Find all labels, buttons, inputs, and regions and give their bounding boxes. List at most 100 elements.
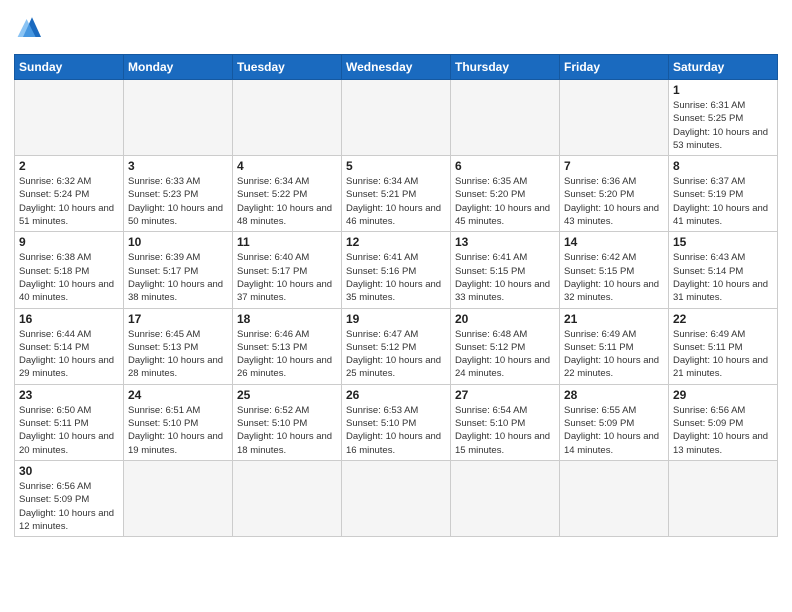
day-info: Sunrise: 6:43 AMSunset: 5:14 PMDaylight:… <box>673 251 773 304</box>
day-info: Sunrise: 6:33 AMSunset: 5:23 PMDaylight:… <box>128 175 228 228</box>
day-number: 13 <box>455 235 555 249</box>
calendar-cell: 18 Sunrise: 6:46 AMSunset: 5:13 PMDayligh… <box>233 308 342 384</box>
day-info: Sunrise: 6:47 AMSunset: 5:12 PMDaylight:… <box>346 328 446 381</box>
day-number: 15 <box>673 235 773 249</box>
day-number: 25 <box>237 388 337 402</box>
day-info: Sunrise: 6:34 AMSunset: 5:22 PMDaylight:… <box>237 175 337 228</box>
week-row-6: 30 Sunrise: 6:56 AMSunset: 5:09 PMDayligh… <box>15 460 778 536</box>
calendar-cell: 20Sunrise: 6:48 AMSunset: 5:12 PMDayligh… <box>451 308 560 384</box>
calendar-cell <box>233 80 342 156</box>
day-info: Sunrise: 6:36 AMSunset: 5:20 PMDaylight:… <box>564 175 664 228</box>
calendar-cell: 13 Sunrise: 6:41 AMSunset: 5:15 PMDayligh… <box>451 232 560 308</box>
day-number: 22 <box>673 312 773 326</box>
week-row-2: 2 Sunrise: 6:32 AMSunset: 5:24 PMDaylight… <box>15 156 778 232</box>
day-number: 24 <box>128 388 228 402</box>
page: SundayMondayTuesdayWednesdayThursdayFrid… <box>0 0 792 612</box>
day-info: Sunrise: 6:44 AMSunset: 5:14 PMDaylight:… <box>19 328 119 381</box>
calendar-cell: 22 Sunrise: 6:49 AMSunset: 5:11 PMDayligh… <box>669 308 778 384</box>
calendar-cell <box>124 460 233 536</box>
calendar-cell: 15 Sunrise: 6:43 AMSunset: 5:14 PMDayligh… <box>669 232 778 308</box>
calendar-cell: 29Sunrise: 6:56 AMSunset: 5:09 PMDayligh… <box>669 384 778 460</box>
calendar-cell <box>451 460 560 536</box>
day-info: Sunrise: 6:38 AMSunset: 5:18 PMDaylight:… <box>19 251 119 304</box>
day-info: Sunrise: 6:46 AMSunset: 5:13 PMDaylight:… <box>237 328 337 381</box>
day-number: 10 <box>128 235 228 249</box>
day-number: 2 <box>19 159 119 173</box>
calendar-cell <box>124 80 233 156</box>
calendar-cell: 3Sunrise: 6:33 AMSunset: 5:23 PMDaylight… <box>124 156 233 232</box>
day-info: Sunrise: 6:56 AMSunset: 5:09 PMDaylight:… <box>19 480 119 533</box>
logo <box>14 10 56 46</box>
calendar-cell: 21 Sunrise: 6:49 AMSunset: 5:11 PMDayligh… <box>560 308 669 384</box>
day-number: 17 <box>128 312 228 326</box>
day-info: Sunrise: 6:32 AMSunset: 5:24 PMDaylight:… <box>19 175 119 228</box>
calendar-cell: 27Sunrise: 6:54 AMSunset: 5:10 PMDayligh… <box>451 384 560 460</box>
day-number: 7 <box>564 159 664 173</box>
day-info: Sunrise: 6:34 AMSunset: 5:21 PMDaylight:… <box>346 175 446 228</box>
calendar-header-tuesday: Tuesday <box>233 55 342 80</box>
calendar-cell: 12 Sunrise: 6:41 AMSunset: 5:16 PMDayligh… <box>342 232 451 308</box>
header <box>14 10 778 46</box>
calendar-cell <box>560 460 669 536</box>
calendar-header-saturday: Saturday <box>669 55 778 80</box>
day-info: Sunrise: 6:50 AMSunset: 5:11 PMDaylight:… <box>19 404 119 457</box>
day-info: Sunrise: 6:31 AMSunset: 5:25 PMDaylight:… <box>673 99 773 152</box>
calendar-header-sunday: Sunday <box>15 55 124 80</box>
day-number: 1 <box>673 83 773 97</box>
day-info: Sunrise: 6:55 AMSunset: 5:09 PMDaylight:… <box>564 404 664 457</box>
day-info: Sunrise: 6:41 AMSunset: 5:16 PMDaylight:… <box>346 251 446 304</box>
calendar-cell: 10 Sunrise: 6:39 AMSunset: 5:17 PMDayligh… <box>124 232 233 308</box>
day-info: Sunrise: 6:45 AMSunset: 5:13 PMDaylight:… <box>128 328 228 381</box>
day-number: 21 <box>564 312 664 326</box>
day-number: 18 <box>237 312 337 326</box>
day-number: 5 <box>346 159 446 173</box>
calendar-cell <box>560 80 669 156</box>
day-info: Sunrise: 6:39 AMSunset: 5:17 PMDaylight:… <box>128 251 228 304</box>
calendar-cell: 14 Sunrise: 6:42 AMSunset: 5:15 PMDayligh… <box>560 232 669 308</box>
calendar-cell <box>15 80 124 156</box>
day-info: Sunrise: 6:51 AMSunset: 5:10 PMDaylight:… <box>128 404 228 457</box>
calendar-cell <box>233 460 342 536</box>
day-info: Sunrise: 6:52 AMSunset: 5:10 PMDaylight:… <box>237 404 337 457</box>
calendar-cell: 28 Sunrise: 6:55 AMSunset: 5:09 PMDayligh… <box>560 384 669 460</box>
week-row-5: 23 Sunrise: 6:50 AMSunset: 5:11 PMDayligh… <box>15 384 778 460</box>
day-number: 30 <box>19 464 119 478</box>
day-number: 26 <box>346 388 446 402</box>
calendar-cell: 5 Sunrise: 6:34 AMSunset: 5:21 PMDaylight… <box>342 156 451 232</box>
calendar-cell: 25 Sunrise: 6:52 AMSunset: 5:10 PMDayligh… <box>233 384 342 460</box>
calendar-cell: 1 Sunrise: 6:31 AMSunset: 5:25 PMDaylight… <box>669 80 778 156</box>
day-info: Sunrise: 6:40 AMSunset: 5:17 PMDaylight:… <box>237 251 337 304</box>
day-info: Sunrise: 6:48 AMSunset: 5:12 PMDaylight:… <box>455 328 555 381</box>
calendar-cell: 7 Sunrise: 6:36 AMSunset: 5:20 PMDaylight… <box>560 156 669 232</box>
day-number: 19 <box>346 312 446 326</box>
calendar-cell: 4Sunrise: 6:34 AMSunset: 5:22 PMDaylight… <box>233 156 342 232</box>
day-number: 8 <box>673 159 773 173</box>
week-row-3: 9 Sunrise: 6:38 AMSunset: 5:18 PMDaylight… <box>15 232 778 308</box>
calendar-cell <box>451 80 560 156</box>
day-number: 9 <box>19 235 119 249</box>
calendar-cell: 9 Sunrise: 6:38 AMSunset: 5:18 PMDaylight… <box>15 232 124 308</box>
day-number: 28 <box>564 388 664 402</box>
calendar-cell: 24 Sunrise: 6:51 AMSunset: 5:10 PMDayligh… <box>124 384 233 460</box>
day-info: Sunrise: 6:49 AMSunset: 5:11 PMDaylight:… <box>564 328 664 381</box>
day-info: Sunrise: 6:42 AMSunset: 5:15 PMDaylight:… <box>564 251 664 304</box>
week-row-1: 1 Sunrise: 6:31 AMSunset: 5:25 PMDaylight… <box>15 80 778 156</box>
calendar-header-wednesday: Wednesday <box>342 55 451 80</box>
day-number: 23 <box>19 388 119 402</box>
day-number: 27 <box>455 388 555 402</box>
calendar-cell: 19 Sunrise: 6:47 AMSunset: 5:12 PMDayligh… <box>342 308 451 384</box>
calendar-cell <box>669 460 778 536</box>
calendar-header-monday: Monday <box>124 55 233 80</box>
logo-icon <box>14 10 50 46</box>
day-number: 12 <box>346 235 446 249</box>
day-info: Sunrise: 6:35 AMSunset: 5:20 PMDaylight:… <box>455 175 555 228</box>
day-number: 6 <box>455 159 555 173</box>
calendar-cell: 11Sunrise: 6:40 AMSunset: 5:17 PMDayligh… <box>233 232 342 308</box>
calendar-cell: 2 Sunrise: 6:32 AMSunset: 5:24 PMDaylight… <box>15 156 124 232</box>
day-info: Sunrise: 6:56 AMSunset: 5:09 PMDaylight:… <box>673 404 773 457</box>
day-info: Sunrise: 6:41 AMSunset: 5:15 PMDaylight:… <box>455 251 555 304</box>
day-info: Sunrise: 6:49 AMSunset: 5:11 PMDaylight:… <box>673 328 773 381</box>
calendar-cell: 6 Sunrise: 6:35 AMSunset: 5:20 PMDaylight… <box>451 156 560 232</box>
day-number: 14 <box>564 235 664 249</box>
day-info: Sunrise: 6:53 AMSunset: 5:10 PMDaylight:… <box>346 404 446 457</box>
